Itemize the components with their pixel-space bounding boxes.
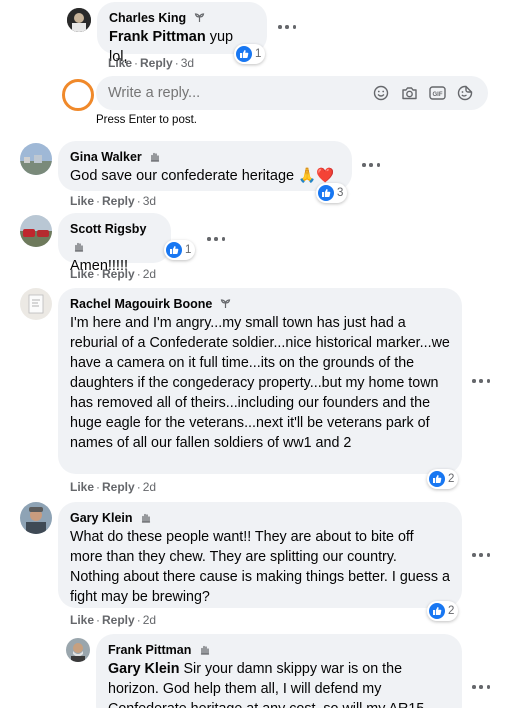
gif-icon[interactable]: GIF [429,86,446,100]
comment-time[interactable]: 2d [143,613,156,627]
avatar-image [20,502,52,534]
more-options-icon[interactable] [205,232,227,246]
post-hint: Press Enter to post. [96,114,197,126]
avatar[interactable] [66,638,90,662]
reaction-count[interactable]: 2 [427,469,459,489]
more-options-icon[interactable] [276,20,298,34]
comment-actions: Like · Reply · 2d [70,267,157,281]
comment-author[interactable]: Gina Walker [70,149,142,165]
comment-author[interactable]: Rachel Magouirk Boone [70,296,212,312]
avatar-image [20,215,52,247]
reply-button[interactable]: Reply [102,194,135,208]
avatar-image [20,288,52,320]
reaction-count[interactable]: 3 [316,183,348,203]
reaction-count[interactable]: 1 [164,240,196,260]
like-button[interactable]: Like [70,613,94,627]
sticker-icon[interactable] [457,85,473,101]
like-icon [318,185,334,201]
comment-text: Gary Klein Sir your damn skippy war is o… [108,661,424,708]
avatar-image [67,8,91,32]
reply-text-field[interactable] [108,83,358,103]
comment-actions: Like · Reply · 3d [70,194,157,208]
comment-bubble: Gina Walker God save our confederate her… [58,141,352,191]
comment-text: I'm here and I'm angry...my small town h… [70,315,450,451]
reply-button[interactable]: Reply [102,480,135,494]
more-options-icon[interactable] [360,158,382,172]
comment-author[interactable]: Charles King [109,10,186,26]
like-icon [166,242,182,258]
mention-link[interactable]: Gary Klein [108,661,180,677]
top-fan-badge-icon [140,510,151,523]
reaction-count[interactable]: 2 [427,601,459,621]
like-icon [429,603,445,619]
like-button[interactable]: Like [70,194,94,208]
top-fan-badge-icon [73,239,84,252]
comment-bubble: Frank Pittman Gary Klein Sir your damn s… [96,634,462,708]
like-button[interactable]: Like [70,480,94,494]
avatar[interactable] [67,8,91,32]
like-button[interactable]: Like [70,267,94,281]
like-button[interactable]: Like [108,56,132,70]
reply-input[interactable]: GIF [96,76,488,110]
comment-author[interactable]: Gary Klein [70,510,133,526]
reply-button[interactable]: Reply [102,267,135,281]
avatar[interactable] [20,143,52,175]
like-icon [429,471,445,487]
more-options-icon[interactable] [470,680,492,694]
comment-actions: Like · Reply · 3d [108,56,195,70]
more-options-icon[interactable] [470,374,492,388]
avatar-image [20,143,52,175]
avatar-image [66,638,90,662]
comment-bubble: Rachel Magouirk Boone I'm here and I'm a… [58,288,462,474]
current-user-avatar[interactable] [62,79,94,111]
avatar[interactable] [20,502,52,534]
comment-time[interactable]: 2d [143,267,156,281]
avatar[interactable] [20,215,52,247]
like-icon [236,46,252,62]
emoji-icon[interactable] [373,85,389,101]
comment-author[interactable]: Scott Rigsby [70,221,146,237]
comment-time[interactable]: 3d [181,56,194,70]
top-fan-badge-icon [149,149,160,162]
comment-time[interactable]: 3d [143,194,156,208]
reply-button[interactable]: Reply [140,56,173,70]
avatar[interactable] [20,288,52,320]
rising-fan-badge-icon [220,296,231,308]
comment-bubble: Gary Klein What do these people want!! T… [58,502,462,608]
mention-link[interactable]: Frank Pittman [109,29,206,45]
comment-actions: Like · Reply · 2d [70,613,157,627]
comment-time[interactable]: 2d [143,480,156,494]
more-options-icon[interactable] [470,548,492,562]
rising-fan-badge-icon [194,10,205,22]
comment-text: God save our confederate heritage 🙏❤️ [70,168,335,184]
comment-actions: Like · Reply · 2d [70,480,157,494]
camera-icon[interactable] [401,85,418,101]
top-fan-badge-icon [199,642,210,655]
reply-button[interactable]: Reply [102,613,135,627]
svg-text:GIF: GIF [433,92,443,98]
reaction-count[interactable]: 1 [234,44,266,64]
comment-text: What do these people want!! They are abo… [70,529,450,605]
comment-author[interactable]: Frank Pittman [108,642,191,658]
comment-bubble: Scott Rigsby Amen!!!!! [58,213,171,274]
